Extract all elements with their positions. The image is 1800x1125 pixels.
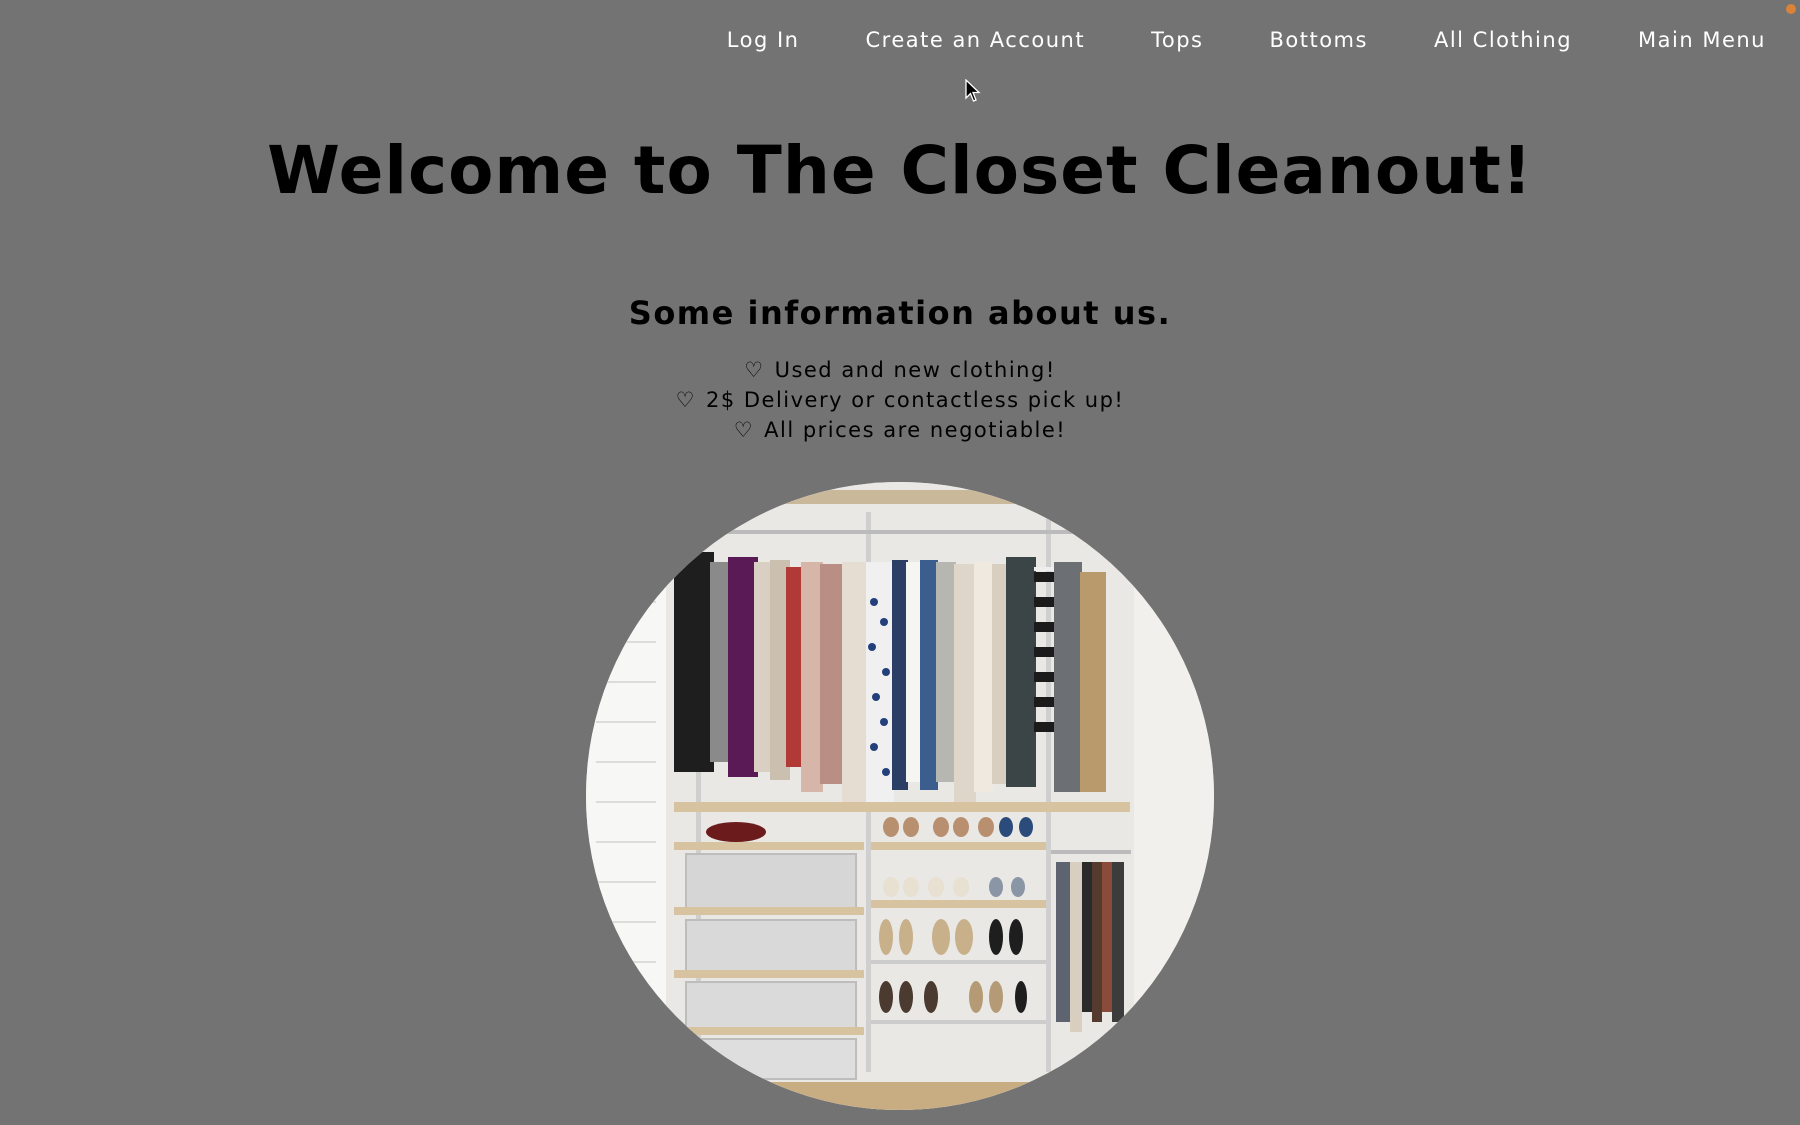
nav-bottoms[interactable]: Bottoms: [1269, 20, 1367, 60]
mouse-cursor-icon: [965, 79, 981, 102]
info-text: Used and new clothing!: [774, 358, 1056, 382]
page-title: Welcome to The Closet Cleanout!: [267, 132, 1533, 209]
info-item: ♡ 2$ Delivery or contactless pick up!: [0, 385, 1800, 415]
section-subtitle: Some information about us.: [628, 294, 1172, 332]
heart-icon: ♡: [675, 388, 696, 412]
info-text: All prices are negotiable!: [764, 418, 1067, 442]
main-nav: Log In Create an Account Tops Bottoms Al…: [661, 20, 1766, 60]
info-text: 2$ Delivery or contactless pick up!: [705, 388, 1125, 412]
heart-icon: ♡: [744, 358, 765, 382]
info-item: ♡ Used and new clothing!: [0, 355, 1800, 385]
nav-log-in[interactable]: Log In: [727, 20, 800, 60]
heart-icon: ♡: [733, 418, 755, 442]
nav-all-clothing[interactable]: All Clothing: [1434, 20, 1572, 60]
info-item: ♡ All prices are negotiable!: [0, 415, 1800, 445]
closet-illustration: [586, 482, 1214, 1110]
info-list: ♡ Used and new clothing! ♡ 2$ Delivery or …: [0, 355, 1800, 445]
closet-photo: [586, 482, 1214, 1110]
status-dot: [1786, 4, 1796, 14]
nav-tops[interactable]: Tops: [1151, 20, 1203, 60]
nav-create-account[interactable]: Create an Account: [865, 20, 1085, 60]
nav-main-menu[interactable]: Main Menu: [1638, 20, 1766, 60]
